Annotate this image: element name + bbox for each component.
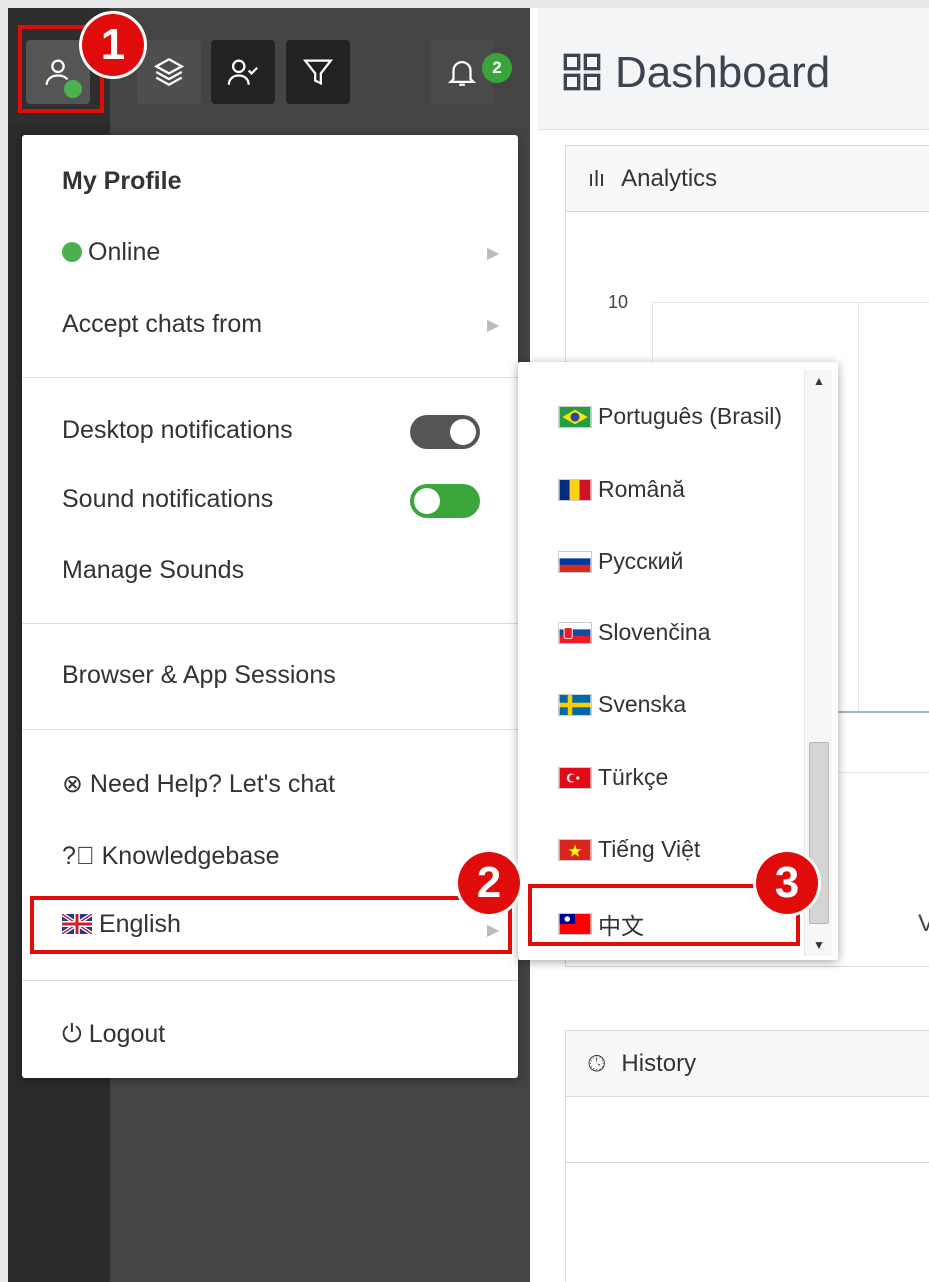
- window-frame-left: [0, 0, 8, 1282]
- toggle-knob: [450, 419, 476, 445]
- filter-icon: [302, 59, 334, 86]
- my-profile-item[interactable]: My Profile: [62, 167, 181, 196]
- divider: [566, 1162, 929, 1163]
- turkey-flag-icon: [558, 766, 592, 789]
- language-option-sv[interactable]: Svenska: [558, 691, 686, 718]
- menu-divider: [22, 377, 518, 378]
- scroll-up-arrow-icon[interactable]: ▲: [813, 374, 825, 388]
- slovakia-flag-icon: [558, 621, 592, 644]
- scroll-down-arrow-icon[interactable]: ▼: [813, 938, 825, 952]
- accept-chats-item[interactable]: Accept chats from: [62, 310, 262, 339]
- sound-notifications-toggle[interactable]: [410, 484, 480, 518]
- analytics-card-header: ılı Analytics: [566, 146, 929, 212]
- dashboard-grid-icon: [563, 53, 601, 91]
- language-option-pt-br[interactable]: Português (Brasil): [558, 403, 782, 430]
- language-option-ru[interactable]: Русский: [558, 548, 683, 575]
- sweden-flag-icon: [558, 693, 592, 716]
- layers-button[interactable]: [137, 40, 201, 104]
- annotation-badge-2: 2: [458, 852, 520, 914]
- annotation-badge-1: 1: [82, 14, 144, 76]
- language-option-label: Svenska: [598, 691, 687, 717]
- menu-divider: [22, 729, 518, 730]
- agents-button[interactable]: [211, 40, 275, 104]
- bell-icon: [447, 61, 477, 86]
- russia-flag-icon: [558, 550, 592, 573]
- language-option-label: Türkçe: [598, 764, 669, 790]
- knowledgebase-label: Knowledgebase: [101, 842, 280, 870]
- menu-divider: [22, 623, 518, 624]
- notification-count-badge: 2: [482, 53, 512, 83]
- gridline: [858, 302, 859, 712]
- vietnam-flag-icon: [558, 838, 592, 861]
- annotation-box-language: [30, 896, 512, 954]
- desktop-notifications-toggle[interactable]: [410, 415, 480, 449]
- language-option-ro[interactable]: Română: [558, 476, 685, 503]
- sound-notifications-item: Sound notifications: [62, 485, 274, 513]
- chevron-right-icon: ▶: [487, 245, 500, 262]
- user-check-icon: [227, 59, 258, 85]
- menu-divider: [22, 980, 518, 981]
- filter-button[interactable]: [286, 40, 350, 104]
- logout-item[interactable]: ⏻ Logout: [62, 1020, 165, 1049]
- analytics-title: Analytics: [621, 164, 718, 192]
- language-option-label: Română: [598, 476, 685, 502]
- history-card: 🕓︎ History: [565, 1030, 929, 1282]
- status-label: Online: [88, 238, 161, 266]
- logout-label: Logout: [88, 1020, 166, 1048]
- online-dot-icon: [62, 242, 82, 262]
- clock-icon: 🕓︎: [588, 1050, 606, 1076]
- desktop-notifications-item: Desktop notifications: [62, 416, 293, 444]
- history-card-header: 🕓︎ History: [566, 1031, 929, 1097]
- gridline: [652, 302, 929, 303]
- page-title: Dashboard: [615, 48, 831, 97]
- annotation-badge-3: 3: [756, 852, 818, 914]
- language-option-label: Tiếng Việt: [598, 836, 701, 862]
- bar-chart-icon: ılı: [588, 165, 606, 191]
- history-title: History: [621, 1049, 697, 1077]
- chevron-right-icon: ▶: [487, 317, 500, 334]
- browser-sessions-item[interactable]: Browser & App Sessions: [62, 661, 336, 690]
- manage-sounds-item[interactable]: Manage Sounds: [62, 556, 244, 585]
- help-circle-icon: ?⃝: [62, 842, 95, 870]
- need-help-label: Need Help? Let's chat: [89, 770, 336, 798]
- layers-icon: [153, 57, 185, 87]
- knowledgebase-item[interactable]: ?⃝ Knowledgebase: [62, 842, 280, 871]
- language-option-sk[interactable]: Slovenčina: [558, 619, 711, 646]
- brazil-flag-icon: [558, 405, 592, 428]
- status-item[interactable]: Online: [62, 238, 160, 267]
- toggle-knob: [414, 488, 440, 514]
- romania-flag-icon: [558, 478, 592, 501]
- language-option-label: Português (Brasil): [598, 403, 783, 429]
- power-icon: ⏻: [62, 1020, 82, 1048]
- window-frame-top: [0, 0, 929, 8]
- need-help-item[interactable]: ⊗ Need Help? Let's chat: [62, 769, 335, 799]
- language-option-label: Русский: [598, 548, 684, 574]
- analytics-axis-tick: 10: [608, 292, 629, 312]
- language-option-tr[interactable]: Türkçe: [558, 764, 668, 791]
- language-option-vi[interactable]: Tiếng Việt: [558, 836, 700, 863]
- lifebuoy-icon: ⊗: [62, 770, 83, 798]
- language-option-label: Slovenčina: [598, 619, 711, 645]
- partial-label: V: [918, 910, 929, 937]
